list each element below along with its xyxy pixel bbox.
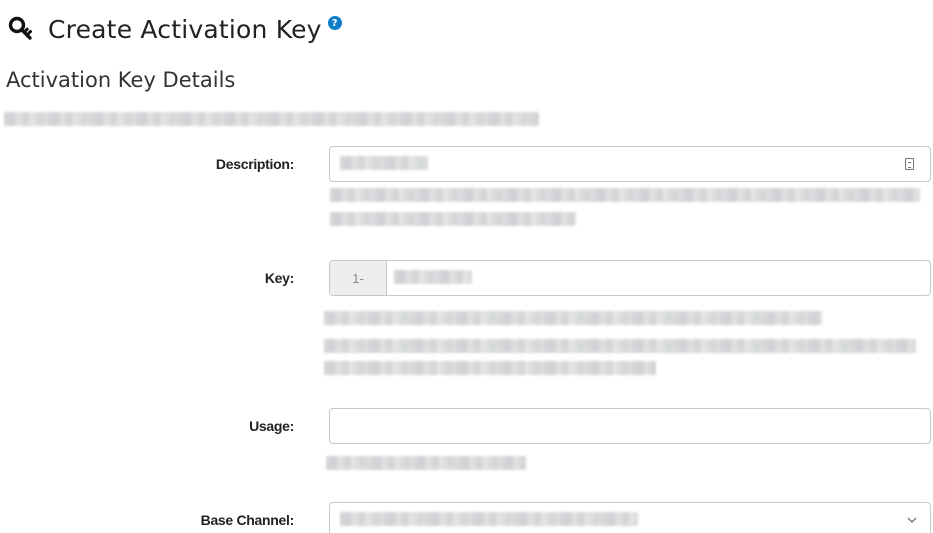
page-title: Create Activation Key bbox=[48, 14, 322, 44]
question-circle-icon[interactable]: ? bbox=[327, 16, 342, 30]
key-help-text bbox=[324, 311, 822, 325]
usage-label: Usage: bbox=[249, 418, 294, 434]
usage-help-text bbox=[326, 456, 526, 470]
description-label: Description: bbox=[215, 156, 294, 172]
key-label: Key: bbox=[264, 270, 294, 286]
key-prefix-addon: 1- bbox=[330, 261, 387, 295]
description-input-value bbox=[340, 156, 428, 170]
description-input[interactable] bbox=[329, 146, 931, 182]
base-channel-label: Base Channel: bbox=[200, 512, 295, 528]
base-channel-select[interactable] bbox=[329, 502, 931, 533]
description-help-text bbox=[330, 188, 920, 202]
chevron-down-icon bbox=[907, 517, 917, 523]
description-help-text-2 bbox=[330, 212, 576, 226]
section-intro-text bbox=[4, 112, 539, 126]
create-activation-key-page: Create Activation Key ? Activation Key D… bbox=[0, 0, 933, 533]
key-input-value bbox=[394, 270, 472, 284]
base-channel-selected-value bbox=[340, 512, 638, 526]
page-header: Create Activation Key ? bbox=[8, 12, 342, 46]
usage-input[interactable] bbox=[329, 408, 931, 444]
key-input[interactable]: 1- bbox=[329, 260, 931, 296]
key-help-text-2 bbox=[324, 339, 916, 353]
key-icon bbox=[8, 16, 32, 40]
field-autofill-icon[interactable] bbox=[905, 158, 914, 170]
section-title: Activation Key Details bbox=[6, 68, 236, 92]
key-help-text-3 bbox=[324, 361, 656, 375]
